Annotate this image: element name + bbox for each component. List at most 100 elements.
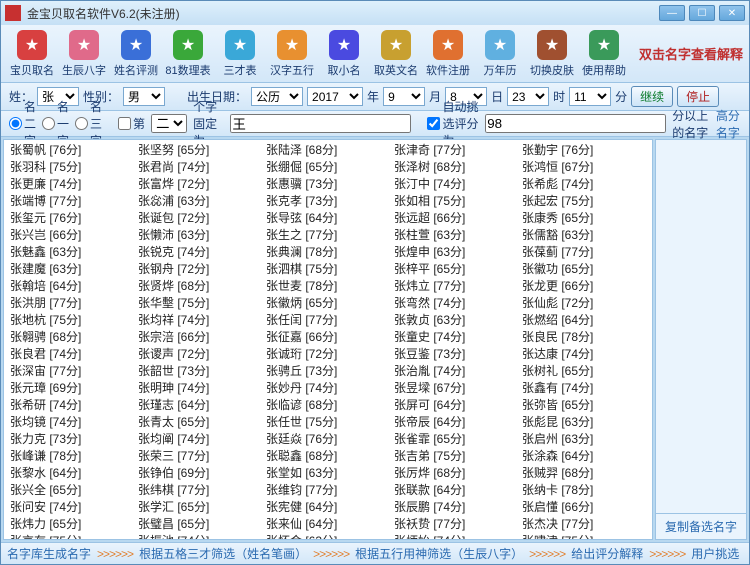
name-item[interactable]: 张童史 [74分] [392,329,520,346]
name-item[interactable]: 张仙彪 [72分] [520,295,648,312]
name-item[interactable]: 张煌申 [63分] [392,244,520,261]
gender-select[interactable]: 男 [123,87,165,106]
name-item[interactable]: 张燃绍 [64分] [520,312,648,329]
toolbar-切换皮肤[interactable]: ★切换皮肤 [527,30,577,78]
toolbar-软件注册[interactable]: ★软件注册 [423,30,473,78]
name-item[interactable]: 张炜立 [77分] [392,278,520,295]
name-item[interactable]: 张瑾志 [64分] [136,397,264,414]
name-item[interactable]: 张汀中 [74分] [392,176,520,193]
fixed-char-input[interactable] [230,114,411,133]
name-item[interactable]: 张龙更 [66分] [520,278,648,295]
name-item[interactable]: 张昱墚 [67分] [392,380,520,397]
name-item[interactable]: 张雀霏 [65分] [392,431,520,448]
name-item[interactable]: 张堂如 [63分] [264,465,392,482]
name-item[interactable]: 张炜力 [65分] [8,516,136,533]
name-item[interactable]: 张均祥 [74分] [136,312,264,329]
year-select[interactable]: 2017 [307,87,363,106]
toolbar-取小名[interactable]: ★取小名 [319,30,369,78]
name-item[interactable]: 张贤烨 [68分] [136,278,264,295]
name-item[interactable]: 张任闰 [77分] [264,312,392,329]
name-item[interactable]: 张问安 [74分] [8,499,136,516]
name-item[interactable]: 张君尚 [74分] [136,159,264,176]
name-item[interactable]: 张惢浦 [63分] [136,193,264,210]
fixed-char-check[interactable]: 第 [118,115,145,132]
name-item[interactable]: 张来仙 [64分] [264,516,392,533]
name-item[interactable]: 张启懂 [66分] [520,499,648,516]
name-item[interactable]: 张勤宇 [76分] [520,142,648,159]
name-item[interactable]: 张柱萱 [63分] [392,227,520,244]
name-item[interactable]: 张力克 [73分] [8,431,136,448]
name-item[interactable]: 张诚珩 [72分] [264,346,392,363]
name-item[interactable]: 张廷焱 [76分] [264,431,392,448]
name-item[interactable]: 张啸津 [75分] [520,533,648,540]
name-item[interactable]: 张富烨 [72分] [136,176,264,193]
name-item[interactable]: 张羽科 [75分] [8,159,136,176]
name-item[interactable]: 张良民 [78分] [520,329,648,346]
name-item[interactable]: 张敦贞 [63分] [392,312,520,329]
name-item[interactable]: 张怀会 [63分] [264,533,392,540]
name-item[interactable]: 张鸿恒 [67分] [520,159,648,176]
name-item[interactable]: 张弥皆 [65分] [520,397,648,414]
name-item[interactable]: 张屏可 [64分] [392,397,520,414]
minimize-button[interactable]: — [659,5,685,21]
toolbar-宝贝取名[interactable]: ★宝贝取名 [7,30,57,78]
name-item[interactable]: 张任世 [75分] [264,414,392,431]
name-item[interactable]: 张端博 [77分] [8,193,136,210]
name-item[interactable]: 张璧昌 [65分] [136,516,264,533]
name-item[interactable]: 张徽功 [65分] [520,261,648,278]
name-item[interactable]: 张征嘉 [66分] [264,329,392,346]
name-item[interactable]: 张荣三 [77分] [136,448,264,465]
name-item[interactable]: 张更廉 [74分] [8,176,136,193]
name-item[interactable]: 张锐克 [74分] [136,244,264,261]
name-item[interactable]: 张学汇 [65分] [136,499,264,516]
toolbar-生辰八字[interactable]: ★生辰八字 [59,30,109,78]
name-item[interactable]: 张津奇 [77分] [392,142,520,159]
name-item[interactable]: 张如相 [75分] [392,193,520,210]
name-item[interactable]: 张绷倔 [65分] [264,159,392,176]
fixed-pos-select[interactable]: 二 [151,114,187,133]
name-item[interactable]: 张世麦 [78分] [264,278,392,295]
continue-button[interactable]: 继续 [631,86,673,107]
name-item[interactable]: 张地杭 [75分] [8,312,136,329]
name-item[interactable]: 张生之 [77分] [264,227,392,244]
calendar-select[interactable]: 公历 [251,87,303,106]
name-item[interactable]: 张帝辰 [64分] [392,414,520,431]
name-item[interactable]: 张骋丘 [73分] [264,363,392,380]
name-item[interactable]: 张玺元 [76分] [8,210,136,227]
name-item[interactable]: 张峰谦 [78分] [8,448,136,465]
name-item[interactable]: 张儒豁 [63分] [520,227,648,244]
stop-button[interactable]: 停止 [677,86,719,107]
name-item[interactable]: 张临谚 [68分] [264,397,392,414]
name-item[interactable]: 张起宏 [75分] [520,193,648,210]
name-item[interactable]: 张洪朋 [77分] [8,295,136,312]
name-item[interactable]: 张彪昆 [63分] [520,414,648,431]
name-item[interactable]: 张导弦 [64分] [264,210,392,227]
minute-select[interactable]: 11 [569,87,611,106]
name-item[interactable]: 张袄贽 [77分] [392,516,520,533]
name-item[interactable]: 张厉烨 [68分] [392,465,520,482]
name-item[interactable]: 张翱骋 [68分] [8,329,136,346]
name-item[interactable]: 张惠骥 [73分] [264,176,392,193]
name-item[interactable]: 张希彪 [74分] [520,176,648,193]
name-item[interactable]: 张良君 [74分] [8,346,136,363]
toolbar-81数理表[interactable]: ★81数理表 [163,30,213,78]
name-item[interactable]: 张黎水 [64分] [8,465,136,482]
name-item[interactable]: 张铮伯 [69分] [136,465,264,482]
name-item[interactable]: 张魅鑫 [63分] [8,244,136,261]
name-item[interactable]: 张希研 [74分] [8,397,136,414]
close-button[interactable]: ✕ [719,5,745,21]
name-item[interactable]: 张树礼 [65分] [520,363,648,380]
name-item[interactable]: 张远超 [66分] [392,210,520,227]
name-item[interactable]: 张梓平 [65分] [392,261,520,278]
name-item[interactable]: 张杰决 [77分] [520,516,648,533]
toolbar-万年历[interactable]: ★万年历 [475,30,525,78]
name-item[interactable]: 张炳始 [74分] [392,533,520,540]
name-item[interactable]: 张均镜 [74分] [8,414,136,431]
name-item[interactable]: 张京存 [75分] [8,533,136,540]
toolbar-取英文名[interactable]: ★取英文名 [371,30,421,78]
name-item[interactable]: 张明珅 [74分] [136,380,264,397]
name-item[interactable]: 张振池 [74分] [136,533,264,540]
name-item[interactable]: 张谡声 [72分] [136,346,264,363]
name-item[interactable]: 张宗涪 [66分] [136,329,264,346]
name-item[interactable]: 张钢舟 [72分] [136,261,264,278]
